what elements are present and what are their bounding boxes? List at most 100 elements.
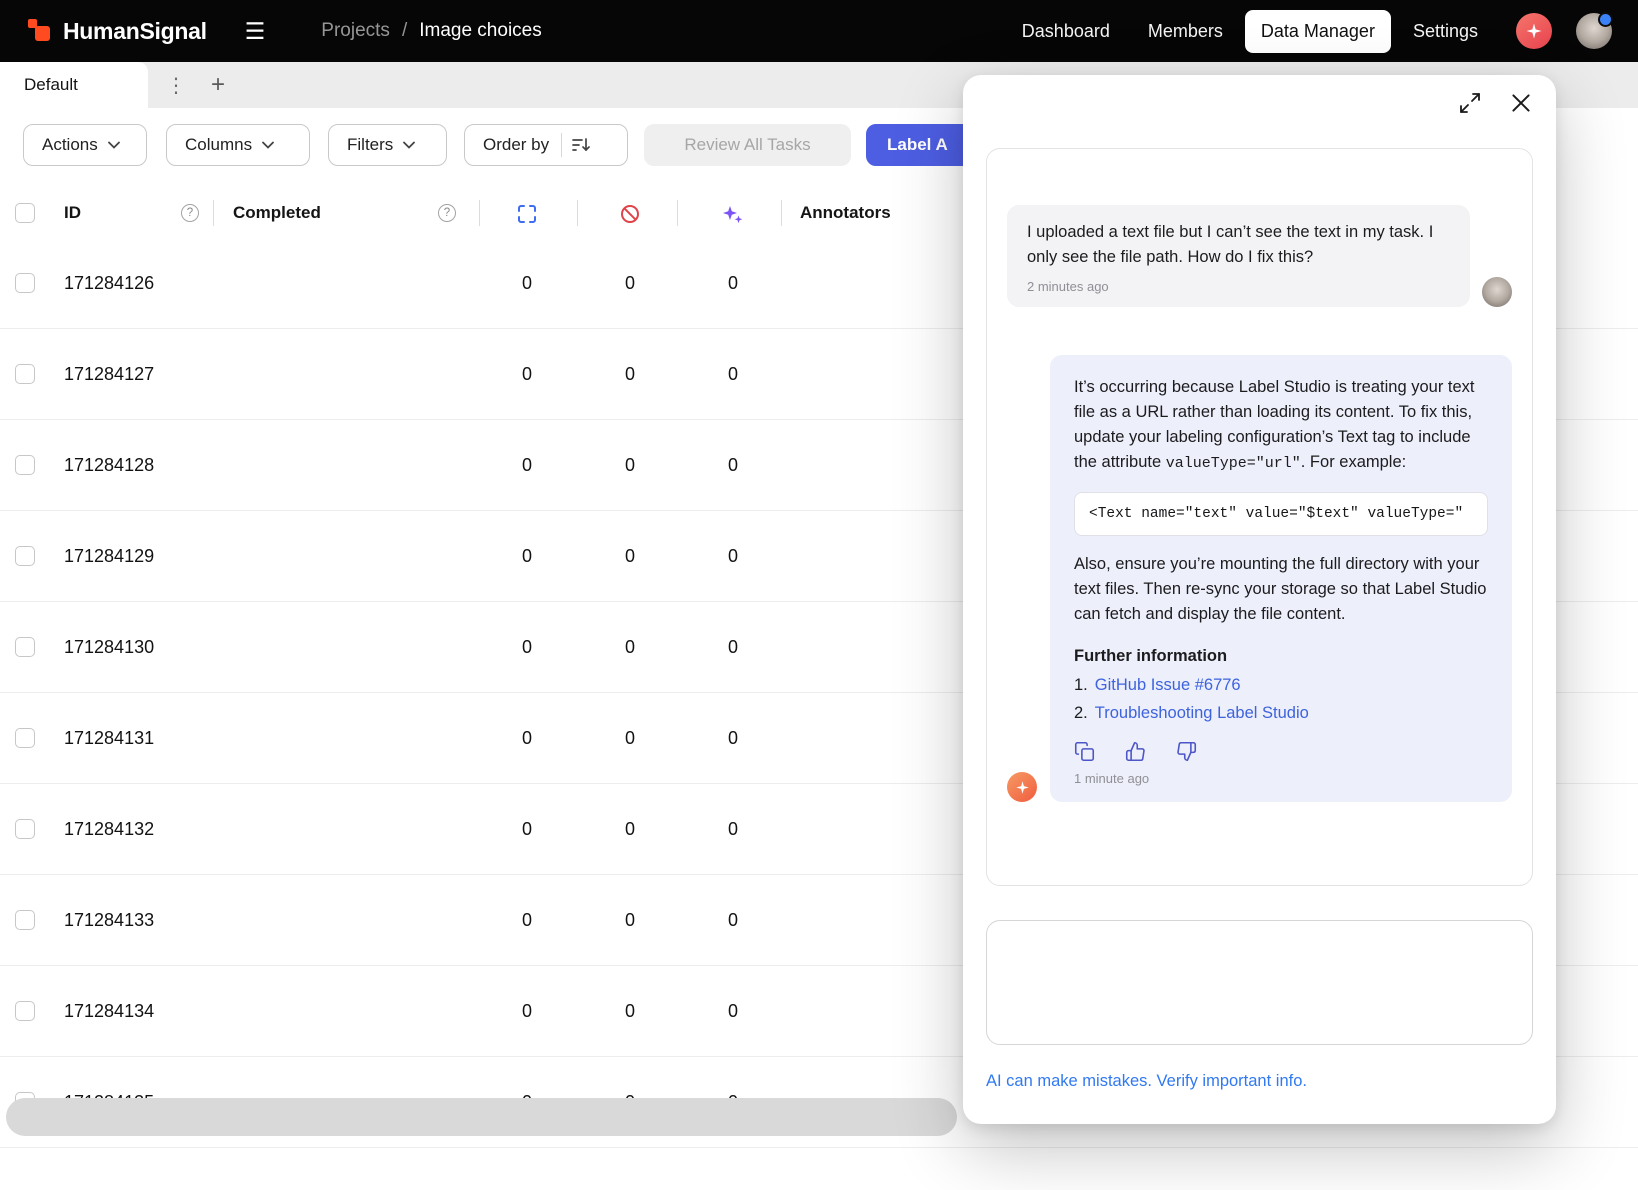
cancelled-count: 0 [618,238,642,328]
close-icon [1508,90,1534,116]
copy-icon [1074,741,1095,762]
completed-help-icon[interactable]: ? [438,204,456,222]
chat-input[interactable] [986,920,1533,1045]
column-header-cancelled[interactable] [618,202,642,226]
row-checkbox[interactable] [15,910,35,930]
user-avatar[interactable] [1576,13,1612,49]
thumbs-down-button[interactable] [1176,741,1197,762]
order-by-button[interactable]: Order by [464,124,628,166]
nav-dashboard[interactable]: Dashboard [1006,10,1126,53]
predictions-count: 0 [721,693,745,783]
chevron-down-icon [262,141,274,149]
assistant-paragraph-1: It’s occurring because Label Studio is t… [1074,375,1488,476]
breadcrumb-current-project: Image choices [419,20,542,42]
user-message: I uploaded a text file but I can’t see t… [1007,205,1470,307]
user-message-row: I uploaded a text file but I can’t see t… [1007,205,1512,307]
row-checkbox[interactable] [15,546,35,566]
top-navigation: Dashboard Members Data Manager Settings [1006,10,1494,53]
thumbs-up-icon [1125,741,1146,762]
cancelled-count: 0 [618,602,642,692]
sort-icon [572,137,590,153]
header-avatars [1516,13,1612,49]
filters-label: Filters [347,135,393,155]
row-checkbox[interactable] [15,819,35,839]
add-tab-button[interactable]: + [204,62,232,108]
nav-settings[interactable]: Settings [1397,10,1494,53]
assistant-message: It’s occurring because Label Studio is t… [1050,355,1512,802]
user-avatar [1482,277,1512,307]
cancelled-count: 0 [618,693,642,783]
order-by-divider [561,133,562,157]
column-header-id[interactable]: ID [64,188,81,238]
troubleshooting-link[interactable]: Troubleshooting Label Studio [1095,704,1309,722]
app: HumanSignal ☰ Projects / Image choices D… [0,0,1638,1190]
cancelled-icon [620,204,640,224]
predictions-count: 0 [721,966,745,1056]
annotations-count: 0 [515,602,539,692]
select-all-checkbox[interactable] [15,203,35,223]
predictions-count: 0 [721,875,745,965]
column-divider [213,200,214,226]
row-checkbox[interactable] [15,273,35,293]
cancelled-count: 0 [618,784,642,874]
label-all-tasks-label: Label A [887,135,948,155]
task-id: 171284128 [64,420,154,510]
cancelled-count: 0 [618,511,642,601]
column-header-completed[interactable]: Completed [233,188,321,238]
review-all-tasks-label: Review All Tasks [684,135,810,155]
row-checkbox[interactable] [15,455,35,475]
list-item: 1.GitHub Issue #6776 [1074,676,1488,695]
nav-members[interactable]: Members [1132,10,1239,53]
predictions-count: 0 [721,602,745,692]
inline-code: valueType="url" [1166,455,1301,472]
copy-button[interactable] [1074,741,1095,762]
horizontal-scrollbar-thumb[interactable] [6,1098,957,1136]
task-id: 171284132 [64,784,154,874]
tab-default[interactable]: Default [0,62,148,108]
chevron-down-icon [108,141,120,149]
logo-text: HumanSignal [63,18,207,45]
row-checkbox[interactable] [15,1001,35,1021]
user-message-timestamp: 2 minutes ago [1027,279,1450,294]
code-block: <Text name="text" value="$text" valueTyp… [1074,492,1488,536]
predictions-count: 0 [721,511,745,601]
hamburger-menu-icon[interactable]: ☰ [245,20,266,43]
id-help-icon[interactable]: ? [181,204,199,222]
cancelled-count: 0 [618,966,642,1056]
predictions-count: 0 [721,420,745,510]
message-actions [1074,741,1488,762]
ai-assistant-button[interactable] [1516,13,1552,49]
assistant-avatar [1007,772,1037,802]
thumbs-up-button[interactable] [1125,741,1146,762]
actions-label: Actions [42,135,98,155]
github-issue-link[interactable]: GitHub Issue #6776 [1095,676,1241,694]
column-header-annotators[interactable]: Annotators [800,188,891,238]
online-status-dot [1598,12,1613,27]
annotations-count: 0 [515,329,539,419]
tab-menu-icon[interactable]: ⋮ [164,62,188,108]
breadcrumb-projects[interactable]: Projects [321,20,390,42]
cancelled-count: 0 [618,875,642,965]
row-checkbox[interactable] [15,637,35,657]
column-divider [677,200,678,226]
filters-button[interactable]: Filters [328,124,447,166]
list-number: 2. [1074,704,1088,722]
column-header-annotations[interactable] [515,202,539,226]
further-information-heading: Further information [1074,647,1488,666]
nav-data-manager[interactable]: Data Manager [1245,10,1391,53]
columns-button[interactable]: Columns [166,124,310,166]
review-all-tasks-button[interactable]: Review All Tasks [644,124,851,166]
reference-links: 1.GitHub Issue #6776 2. Troubleshooting L… [1074,676,1488,723]
assistant-message-row: It’s occurring because Label Studio is t… [1007,355,1512,802]
column-divider [781,200,782,226]
expand-panel-button[interactable] [1456,89,1484,117]
row-checkbox[interactable] [15,364,35,384]
actions-button[interactable]: Actions [23,124,147,166]
humansignal-logo[interactable]: HumanSignal [28,18,207,45]
cancelled-count: 0 [618,329,642,419]
annotations-count: 0 [515,420,539,510]
row-checkbox[interactable] [15,728,35,748]
column-header-predictions[interactable] [721,202,745,226]
close-panel-button[interactable] [1507,89,1535,117]
breadcrumb-separator: / [402,20,407,42]
